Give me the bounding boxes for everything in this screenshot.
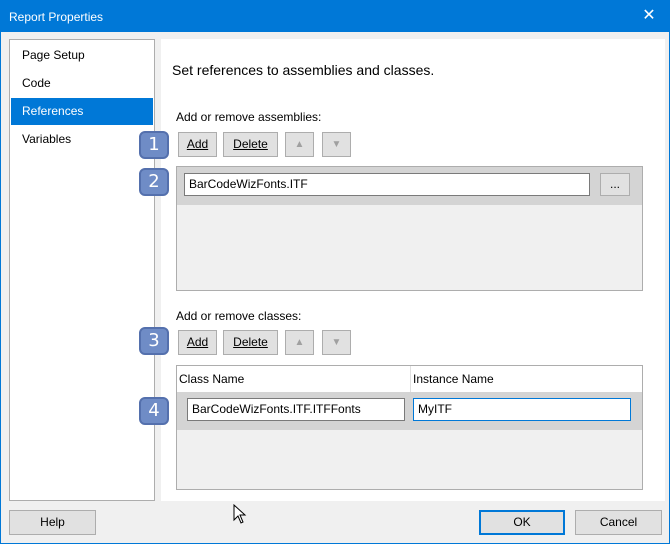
report-properties-dialog: Report Properties ✕ Page Setup Code Refe… — [0, 0, 670, 544]
add-assembly-button[interactable]: Add — [178, 132, 217, 157]
table-row: BarCodeWizFonts.ITF.ITFFonts MyITF — [177, 392, 642, 430]
step-badge-4: 4 — [139, 397, 169, 425]
assembly-field[interactable]: BarCodeWizFonts.ITF — [184, 173, 590, 196]
list-item: BarCodeWizFonts.ITF ... — [177, 167, 642, 205]
instance-name-field[interactable]: MyITF — [413, 398, 631, 421]
classes-table: Class Name Instance Name BarCodeWizFonts… — [176, 365, 643, 490]
assemblies-label: Add or remove assemblies: — [176, 110, 322, 124]
nav-item-code[interactable]: Code — [11, 70, 153, 97]
step-badge-1: 1 — [139, 131, 169, 159]
mouse-cursor-icon — [233, 504, 247, 524]
step-badge-3: 3 — [139, 327, 169, 355]
nav-item-references[interactable]: References — [11, 98, 153, 125]
classes-label: Add or remove classes: — [176, 309, 302, 323]
help-button[interactable]: Help — [9, 510, 96, 535]
delete-class-button[interactable]: Delete — [223, 330, 278, 355]
nav-item-variables[interactable]: Variables — [11, 126, 153, 153]
title-bar[interactable]: Report Properties ✕ — [1, 1, 669, 32]
ok-button[interactable]: OK — [479, 510, 565, 535]
nav-item-page-setup[interactable]: Page Setup — [11, 42, 153, 69]
move-up-assembly-button[interactable]: ▲ — [285, 132, 314, 157]
column-header-class-name[interactable]: Class Name — [177, 366, 411, 392]
assemblies-list: BarCodeWizFonts.ITF ... — [176, 166, 643, 291]
references-page: Set references to assemblies and classes… — [161, 39, 665, 501]
column-header-instance-name[interactable]: Instance Name — [411, 366, 642, 392]
close-icon[interactable]: ✕ — [639, 6, 659, 26]
arrow-down-icon: ▼ — [331, 139, 342, 150]
class-name-field[interactable]: BarCodeWizFonts.ITF.ITFFonts — [187, 398, 405, 421]
arrow-up-icon: ▲ — [294, 139, 305, 150]
move-up-class-button[interactable]: ▲ — [285, 330, 314, 355]
delete-assembly-button[interactable]: Delete — [223, 132, 278, 157]
browse-assembly-button[interactable]: ... — [600, 173, 630, 196]
arrow-down-icon: ▼ — [331, 337, 342, 348]
page-heading: Set references to assemblies and classes… — [172, 62, 435, 78]
add-class-button[interactable]: Add — [178, 330, 217, 355]
window-title: Report Properties — [9, 10, 104, 24]
step-badge-2: 2 — [139, 168, 169, 196]
nav-list: Page Setup Code References Variables — [9, 39, 155, 501]
arrow-up-icon: ▲ — [294, 337, 305, 348]
move-down-assembly-button[interactable]: ▼ — [322, 132, 351, 157]
move-down-class-button[interactable]: ▼ — [322, 330, 351, 355]
cancel-button[interactable]: Cancel — [575, 510, 662, 535]
